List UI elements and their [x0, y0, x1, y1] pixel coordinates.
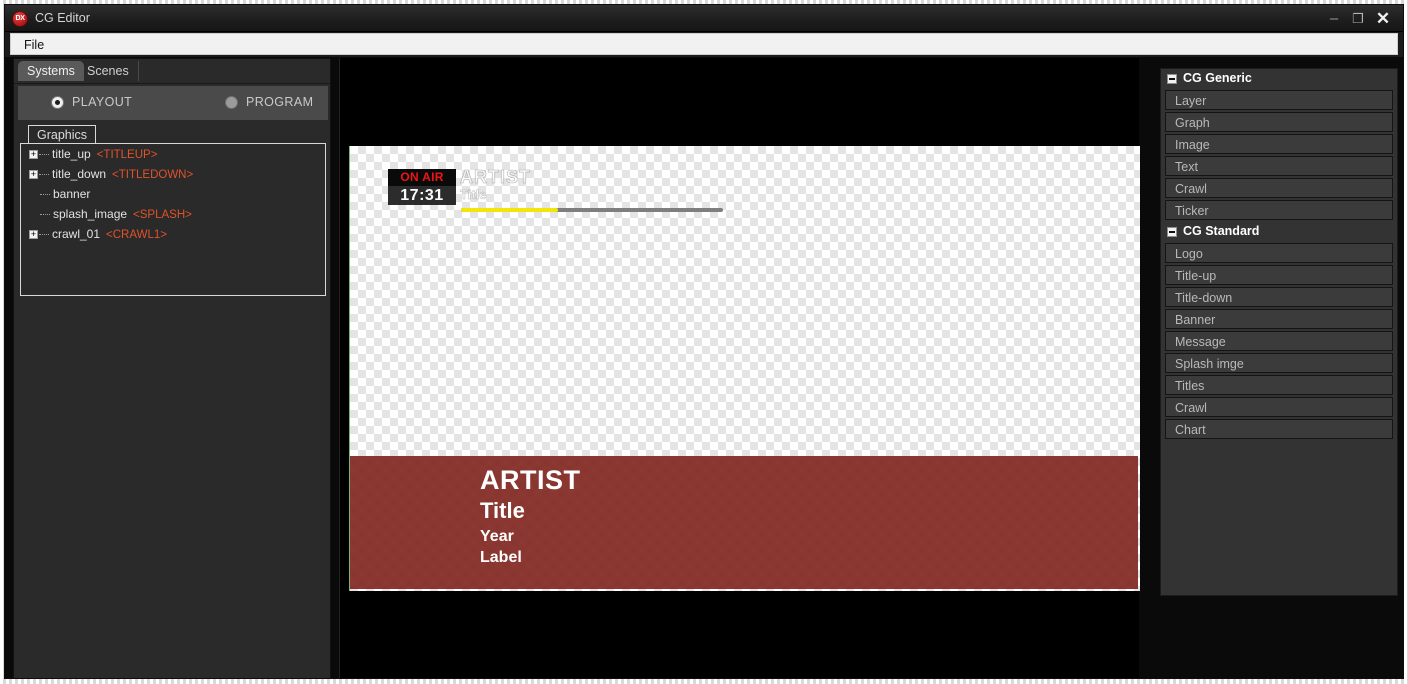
group-header-label: CG Generic: [1183, 71, 1252, 85]
window-title: CG Editor: [35, 11, 90, 25]
left-panel-empty-area: [15, 314, 329, 678]
title-bar: DX CG Editor – ❐ ✕: [5, 5, 1403, 32]
cg-element-list: CG Generic Layer Graph Image Text Crawl …: [1160, 68, 1398, 596]
cg-item-titles[interactable]: Titles: [1165, 375, 1393, 395]
tree-item-banner[interactable]: banner: [21, 184, 325, 204]
radio-playout[interactable]: PLAYOUT: [51, 95, 132, 109]
window-inner: DX CG Editor – ❐ ✕ File Systems Scenes P…: [4, 4, 1404, 679]
collapse-minus-icon[interactable]: [1167, 74, 1177, 84]
tree-item-label: title_down: [52, 167, 107, 181]
cg-item-chart[interactable]: Chart: [1165, 419, 1393, 439]
group-header-label: CG Standard: [1183, 224, 1260, 238]
radio-playout-dot-icon: [51, 95, 64, 109]
maximize-button[interactable]: ❐: [1347, 5, 1369, 32]
app-logo-icon: DX: [12, 11, 28, 27]
mode-selector-bar: PLAYOUT PROGRAM: [18, 86, 328, 120]
ghost-artist-text: ARTIST: [460, 167, 531, 188]
radio-program-label: PROGRAM: [246, 95, 314, 109]
banner-artist-text: ARTIST: [480, 465, 581, 495]
cg-item-graph[interactable]: Graph: [1165, 112, 1393, 132]
cg-item-image[interactable]: Image: [1165, 134, 1393, 154]
ghost-title-text: Title: [460, 187, 487, 203]
tree-item-tag: <CRAWL1>: [106, 229, 167, 241]
main-body: Systems Scenes PLAYOUT PROGRAM Graphics: [5, 57, 1403, 678]
tree-item-label: title_up: [52, 147, 91, 161]
tree-item-title-down[interactable]: + title_down <TITLEDOWN>: [21, 164, 325, 184]
tree-item-label: banner: [53, 187, 91, 201]
on-air-label: ON AIR: [388, 169, 456, 186]
tree-item-crawl-01[interactable]: + crawl_01 <CRAWL1>: [21, 224, 325, 244]
tree-item-label: crawl_01: [52, 227, 101, 241]
tree-item-tag: <TITLEDOWN>: [112, 169, 194, 181]
tree-connector-icon: [39, 154, 49, 156]
close-button[interactable]: ✕: [1372, 5, 1394, 32]
minimize-button[interactable]: –: [1323, 5, 1345, 32]
right-panel: CG Generic Layer Graph Image Text Crawl …: [1148, 58, 1403, 678]
cg-item-ticker[interactable]: Ticker: [1165, 200, 1393, 220]
group-header-cg-generic[interactable]: CG Generic: [1161, 69, 1397, 88]
tree-item-splash-image[interactable]: splash_image <SPLASH>: [21, 204, 325, 224]
tree-connector-icon: [40, 194, 50, 196]
tab-systems[interactable]: Systems: [18, 61, 84, 81]
preview-canvas[interactable]: ON AIR 17:31 ARTIST Title ARTIST Title Y…: [349, 146, 1140, 591]
cg-item-layer[interactable]: Layer: [1165, 90, 1393, 110]
application-window: DX CG Editor – ❐ ✕ File Systems Scenes P…: [0, 0, 1408, 684]
progress-bar-track: [461, 208, 723, 212]
cg-item-logo[interactable]: Logo: [1165, 243, 1393, 263]
collapse-minus-icon[interactable]: [1167, 227, 1177, 237]
radio-program-dot-icon: [225, 95, 238, 109]
tree-connector-icon: [39, 174, 49, 176]
menu-item-file[interactable]: File: [19, 34, 49, 56]
menu-bar: File: [10, 33, 1398, 55]
tree-item-title-up[interactable]: + title_up <TITLEUP>: [21, 144, 325, 164]
group-header-cg-standard[interactable]: CG Standard: [1161, 222, 1397, 241]
cg-item-title-up[interactable]: Title-up: [1165, 265, 1393, 285]
left-panel-tabs: Systems Scenes: [14, 59, 330, 84]
cg-item-crawl-std[interactable]: Crawl: [1165, 397, 1393, 417]
radio-playout-label: PLAYOUT: [72, 95, 133, 109]
left-panel: Systems Scenes PLAYOUT PROGRAM Graphics: [13, 58, 331, 678]
tree-connector-icon: [40, 214, 50, 216]
tree-item-tag: <SPLASH>: [133, 209, 192, 221]
cg-item-crawl[interactable]: Crawl: [1165, 178, 1393, 198]
cg-item-banner[interactable]: Banner: [1165, 309, 1393, 329]
tree-connector-icon: [39, 234, 49, 236]
cg-item-text[interactable]: Text: [1165, 156, 1393, 176]
graphics-tab-row: Graphics: [20, 125, 326, 144]
cg-item-splash-imge[interactable]: Splash imge: [1165, 353, 1393, 373]
preview-panel: ON AIR 17:31 ARTIST Title ARTIST Title Y…: [339, 58, 1140, 678]
banner-title-text: Title: [480, 498, 525, 523]
tab-graphics[interactable]: Graphics: [28, 125, 97, 144]
radio-program[interactable]: PROGRAM: [225, 95, 313, 109]
cg-item-message[interactable]: Message: [1165, 331, 1393, 351]
banner-year-text: Year: [480, 528, 514, 545]
expand-plus-icon[interactable]: +: [29, 150, 38, 160]
cg-item-title-down[interactable]: Title-down: [1165, 287, 1393, 307]
expand-plus-icon[interactable]: +: [29, 170, 38, 180]
tab-scenes[interactable]: Scenes: [78, 61, 139, 81]
on-air-clock: 17:31: [388, 186, 456, 205]
banner-label-text: Label: [480, 549, 522, 566]
tree-item-tag: <TITLEUP>: [96, 149, 158, 161]
on-air-badge: ON AIR 17:31: [388, 169, 456, 205]
graphics-tree[interactable]: + title_up <TITLEUP> + title_down <TITLEDOWN…: [20, 143, 326, 296]
lower-third-banner: ARTIST Title Year Label: [350, 456, 1138, 589]
progress-bar-fill: [461, 208, 558, 212]
tree-item-label: splash_image: [53, 207, 128, 221]
expand-plus-icon[interactable]: +: [29, 230, 38, 240]
